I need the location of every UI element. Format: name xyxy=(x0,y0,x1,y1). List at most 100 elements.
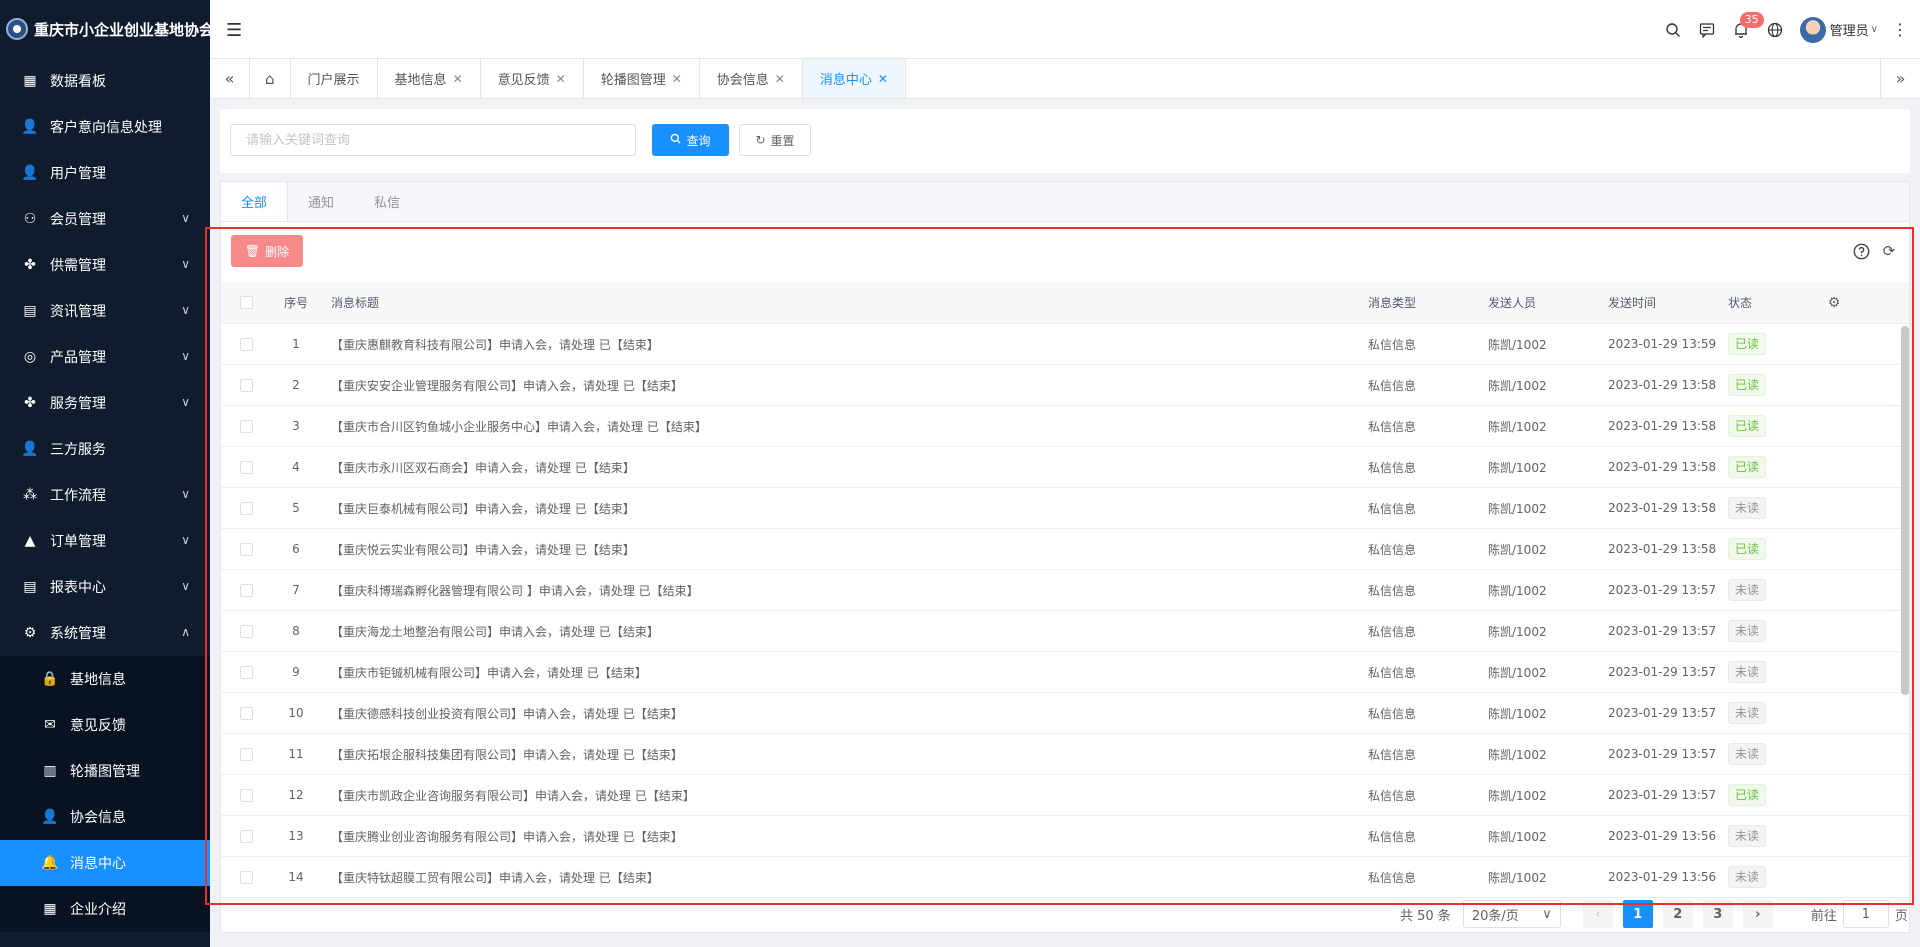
table-row[interactable]: 3 【重庆市合川区钓鱼城小企业服务中心】申请入会，请处理 已【结束】 私信信息 陈凯/… xyxy=(221,406,1909,447)
row-checkbox[interactable] xyxy=(239,747,253,761)
tab-home[interactable]: ⌂ xyxy=(250,59,291,98)
sidebar-item[interactable]: ⚇ 会员管理 ∨ xyxy=(0,196,210,242)
page-tab[interactable]: 消息中心 ✕ xyxy=(802,59,906,98)
page-tab[interactable]: 意见反馈 ✕ xyxy=(481,59,584,98)
page-tab[interactable]: 协会信息 ✕ xyxy=(700,59,803,98)
chevron-down-icon[interactable]: ∨ xyxy=(1871,24,1878,35)
app-logo[interactable]: 重庆市小企业创业基地协会 xyxy=(0,0,210,58)
next-page-button[interactable]: › xyxy=(1742,900,1773,928)
sidebar-item[interactable]: ▤ 报表中心 ∨ xyxy=(0,564,210,610)
prev-page-button[interactable]: ‹ xyxy=(1582,900,1613,928)
collapse-menu-icon[interactable]: ☰ xyxy=(226,20,242,41)
close-icon[interactable]: ✕ xyxy=(878,72,888,86)
table-row[interactable]: 13 【重庆腾业创业咨询服务有限公司】申请入会，请处理 已【结束】 私信信息 陈凯/1… xyxy=(221,816,1909,857)
row-title[interactable]: 【重庆悦云实业有限公司】申请入会，请处理 已【结束】 xyxy=(321,541,1368,558)
tabs-scroll-left-icon[interactable]: « xyxy=(210,59,250,98)
notification-bell-icon[interactable]: 35 xyxy=(1724,11,1764,47)
table-row[interactable]: 11 【重庆拓垠企服科技集团有限公司】申请入会，请处理 已【结束】 私信信息 陈凯/1… xyxy=(221,734,1909,775)
row-checkbox[interactable] xyxy=(239,419,253,433)
row-title[interactable]: 【重庆市钜铖机械有限公司】申请入会，请处理 已【结束】 xyxy=(321,664,1368,681)
sidebar-item[interactable]: ✤ 供需管理 ∨ xyxy=(0,242,210,288)
message-tab[interactable]: 通知 xyxy=(288,182,354,221)
row-title[interactable]: 【重庆特钛超膜工贸有限公司】申请入会，请处理 已【结束】 xyxy=(321,869,1368,886)
page-tab[interactable]: 轮播图管理 ✕ xyxy=(584,59,700,98)
help-circle-icon[interactable] xyxy=(1851,241,1871,261)
row-checkbox[interactable] xyxy=(239,501,253,515)
table-row[interactable]: 2 【重庆安安企业管理服务有限公司】申请入会，请处理 已【结束】 私信信息 陈凯/10… xyxy=(221,365,1909,406)
sidebar-item[interactable]: ✤ 服务管理 ∨ xyxy=(0,380,210,426)
tabs-scroll-right-icon[interactable]: » xyxy=(1880,59,1920,98)
more-vertical-icon[interactable]: ⋮ xyxy=(1892,20,1908,39)
message-tab[interactable]: 私信 xyxy=(354,182,420,221)
table-scrollbar[interactable] xyxy=(1901,326,1909,695)
sidebar-subitem[interactable]: ▦ 企业介绍 xyxy=(0,886,210,932)
row-title[interactable]: 【重庆拓垠企服科技集团有限公司】申请入会，请处理 已【结束】 xyxy=(321,746,1368,763)
sidebar-item[interactable]: 👤 用户管理 xyxy=(0,150,210,196)
row-checkbox[interactable] xyxy=(239,706,253,720)
user-avatar[interactable] xyxy=(1799,16,1826,43)
row-title[interactable]: 【重庆市合川区钓鱼城小企业服务中心】申请入会，请处理 已【结束】 xyxy=(321,418,1368,435)
row-title[interactable]: 【重庆海龙土地整治有限公司】申请入会，请处理 已【结束】 xyxy=(321,623,1368,640)
column-settings-gear-icon[interactable]: ⚙ xyxy=(1814,295,1854,311)
message-tab[interactable]: 全部 xyxy=(221,182,289,221)
search-icon[interactable] xyxy=(1656,13,1690,47)
table-row[interactable]: 7 【重庆科博瑞森孵化器管理有限公司 】申请入会，请处理 已【结束】 私信信息 陈凯/… xyxy=(221,570,1909,611)
language-globe-icon[interactable] xyxy=(1758,13,1792,47)
row-title[interactable]: 【重庆市永川区双石商会】申请入会，请处理 已【结束】 xyxy=(321,459,1368,476)
row-title[interactable]: 【重庆市凯政企业咨询服务有限公司】申请入会，请处理 已【结束】 xyxy=(321,787,1368,804)
reset-button[interactable]: ↻ 重置 xyxy=(739,124,811,156)
close-icon[interactable]: ✕ xyxy=(775,72,785,86)
sidebar-subitem[interactable]: ▥ 轮播图管理 xyxy=(0,748,210,794)
row-checkbox[interactable] xyxy=(239,583,253,597)
sidebar-item[interactable]: 👤 三方服务 xyxy=(0,426,210,472)
refresh-table-icon[interactable]: ⟳ xyxy=(1879,241,1899,261)
row-checkbox[interactable] xyxy=(239,870,253,884)
table-row[interactable]: 10 【重庆德感科技创业投资有限公司】申请入会，请处理 已【结束】 私信信息 陈凯/1… xyxy=(221,693,1909,734)
row-checkbox[interactable] xyxy=(239,337,253,351)
page-number-button[interactable]: 3 xyxy=(1702,900,1733,928)
row-checkbox[interactable] xyxy=(239,378,253,392)
row-checkbox[interactable] xyxy=(239,624,253,638)
sidebar-subitem[interactable]: ✉ 意见反馈 xyxy=(0,702,210,748)
table-row[interactable]: 8 【重庆海龙土地整治有限公司】申请入会，请处理 已【结束】 私信信息 陈凯/1002… xyxy=(221,611,1909,652)
row-checkbox[interactable] xyxy=(239,788,253,802)
table-row[interactable]: 6 【重庆悦云实业有限公司】申请入会，请处理 已【结束】 私信信息 陈凯/1002 20… xyxy=(221,529,1909,570)
query-button[interactable]: 查询 xyxy=(652,124,729,156)
sidebar-item[interactable]: 👤 客户意向信息处理 xyxy=(0,104,210,150)
page-tab[interactable]: 基地信息 ✕ xyxy=(378,59,481,98)
sidebar-item[interactable]: ▦ 数据看板 xyxy=(0,58,210,104)
row-title[interactable]: 【重庆德感科技创业投资有限公司】申请入会，请处理 已【结束】 xyxy=(321,705,1368,722)
table-row[interactable]: 9 【重庆市钜铖机械有限公司】申请入会，请处理 已【结束】 私信信息 陈凯/1002 2… xyxy=(221,652,1909,693)
sidebar-subitem[interactable]: 🔔 消息中心 xyxy=(0,840,210,886)
sidebar-item[interactable]: ▲ 订单管理 ∨ xyxy=(0,518,210,564)
sidebar-item[interactable]: ⁂ 工作流程 ∨ xyxy=(0,472,210,518)
row-title[interactable]: 【重庆惠麒教育科技有限公司】申请入会，请处理 已【结束】 xyxy=(321,336,1368,353)
keyword-search-input[interactable] xyxy=(230,124,636,156)
row-checkbox[interactable] xyxy=(239,829,253,843)
table-row[interactable]: 5 【重庆巨泰机械有限公司】申请入会，请处理 已【结束】 私信信息 陈凯/1002 20… xyxy=(221,488,1909,529)
message-icon[interactable] xyxy=(1690,13,1724,47)
row-checkbox[interactable] xyxy=(239,542,253,556)
sidebar-subitem[interactable]: 🔒 基地信息 xyxy=(0,656,210,702)
row-title[interactable]: 【重庆腾业创业咨询服务有限公司】申请入会，请处理 已【结束】 xyxy=(321,828,1368,845)
row-checkbox[interactable] xyxy=(239,460,253,474)
row-title[interactable]: 【重庆安安企业管理服务有限公司】申请入会，请处理 已【结束】 xyxy=(321,377,1368,394)
select-all-checkbox[interactable] xyxy=(239,296,253,309)
table-row[interactable]: 12 【重庆市凯政企业咨询服务有限公司】申请入会，请处理 已【结束】 私信信息 陈凯/… xyxy=(221,775,1909,816)
sidebar-item[interactable]: ▤ 资讯管理 ∨ xyxy=(0,288,210,334)
row-title[interactable]: 【重庆科博瑞森孵化器管理有限公司 】申请入会，请处理 已【结束】 xyxy=(321,582,1368,599)
table-row[interactable]: 14 【重庆特钛超膜工贸有限公司】申请入会，请处理 已【结束】 私信信息 陈凯/100… xyxy=(221,857,1909,898)
close-icon[interactable]: ✕ xyxy=(556,72,566,86)
close-icon[interactable]: ✕ xyxy=(672,72,682,86)
delete-button[interactable]: 🗑 删除 xyxy=(231,235,303,267)
table-row[interactable]: 1 【重庆惠麒教育科技有限公司】申请入会，请处理 已【结束】 私信信息 陈凯/1002… xyxy=(221,324,1909,365)
sidebar-item[interactable]: ⚙ 系统管理 ∧ xyxy=(0,610,210,656)
sidebar-item[interactable]: ◎ 产品管理 ∨ xyxy=(0,334,210,380)
table-row[interactable]: 4 【重庆市永川区双石商会】申请入会，请处理 已【结束】 私信信息 陈凯/1002 20… xyxy=(221,447,1909,488)
page-size-select[interactable]: 20条/页 ∨ xyxy=(1462,900,1561,928)
page-number-button[interactable]: 1 xyxy=(1622,900,1653,928)
goto-page-input[interactable] xyxy=(1842,900,1889,928)
sidebar-subitem[interactable]: 👤 协会信息 xyxy=(0,794,210,840)
page-number-button[interactable]: 2 xyxy=(1662,900,1693,928)
user-name[interactable]: 管理员 xyxy=(1830,20,1869,39)
